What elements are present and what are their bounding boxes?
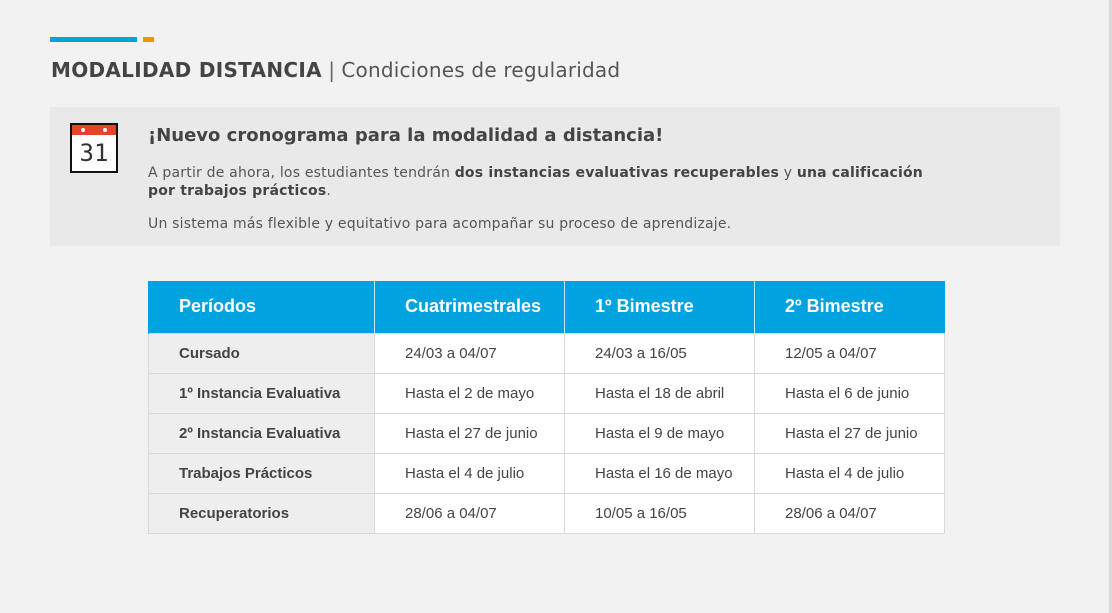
calendar-icon: 31 bbox=[70, 123, 118, 173]
page-subtitle: Condiciones de regularidad bbox=[341, 58, 621, 82]
table-cell: Hasta el 6 de junio bbox=[754, 372, 945, 414]
calendar-number: 31 bbox=[79, 139, 109, 167]
table-cell: 24/03 a 04/07 bbox=[374, 332, 565, 374]
table-row: 1º Instancia Evaluativa Hasta el 2 de ma… bbox=[148, 372, 945, 414]
table-cell: Hasta el 27 de junio bbox=[754, 412, 945, 454]
table-cell: 28/06 a 04/07 bbox=[754, 492, 945, 534]
notice-paragraph-1: A partir de ahora, los estudiantes tendr… bbox=[148, 164, 948, 200]
table-cell: 24/03 a 16/05 bbox=[564, 332, 755, 374]
page-title-bold: MODALIDAD DISTANCIA bbox=[51, 58, 322, 82]
table-cell: Hasta el 18 de abril bbox=[564, 372, 755, 414]
table-cell: 12/05 a 04/07 bbox=[754, 332, 945, 374]
accent-bar-blue bbox=[50, 37, 137, 42]
schedule-table: Períodos Cuatrimestrales 1º Bimestre 2º … bbox=[148, 281, 945, 534]
page-title: MODALIDAD DISTANCIA | Condiciones de reg… bbox=[51, 58, 620, 82]
table-cell: Hasta el 4 de julio bbox=[374, 452, 565, 494]
column-header-periods: Períodos bbox=[148, 281, 375, 333]
row-label: Recuperatorios bbox=[148, 492, 375, 534]
table-cell: Hasta el 2 de mayo bbox=[374, 372, 565, 414]
column-header-bimestre-2: 2º Bimestre bbox=[754, 281, 945, 333]
notice-text: A partir de ahora, los estudiantes tendr… bbox=[148, 165, 455, 181]
column-header-bimestre-1: 1º Bimestre bbox=[564, 281, 755, 333]
row-label: Cursado bbox=[148, 332, 375, 374]
row-label: 2º Instancia Evaluativa bbox=[148, 412, 375, 454]
page-title-separator: | bbox=[328, 58, 335, 82]
calendar-ring bbox=[81, 128, 85, 132]
row-label: 1º Instancia Evaluativa bbox=[148, 372, 375, 414]
notice-box: 31 ¡Nuevo cronograma para la modalidad a… bbox=[50, 107, 1060, 246]
table-row: Recuperatorios 28/06 a 04/07 10/05 a 16/… bbox=[148, 492, 945, 534]
table-cell: 10/05 a 16/05 bbox=[564, 492, 755, 534]
table-header-row: Períodos Cuatrimestrales 1º Bimestre 2º … bbox=[148, 281, 945, 333]
table-row: Trabajos Prácticos Hasta el 4 de julio H… bbox=[148, 452, 945, 494]
table-cell: Hasta el 27 de junio bbox=[374, 412, 565, 454]
table-row: 2º Instancia Evaluativa Hasta el 27 de j… bbox=[148, 412, 945, 454]
row-label: Trabajos Prácticos bbox=[148, 452, 375, 494]
calendar-ring bbox=[103, 128, 107, 132]
table-cell: Hasta el 4 de julio bbox=[754, 452, 945, 494]
column-header-cuatrimestrales: Cuatrimestrales bbox=[374, 281, 565, 333]
calendar-header bbox=[72, 125, 116, 135]
notice-title: ¡Nuevo cronograma para la modalidad a di… bbox=[148, 125, 664, 146]
accent-bar-orange bbox=[143, 37, 154, 42]
table-cell: Hasta el 9 de mayo bbox=[564, 412, 755, 454]
notice-text: y bbox=[779, 165, 797, 181]
table-row: Cursado 24/03 a 04/07 24/03 a 16/05 12/0… bbox=[148, 332, 945, 374]
notice-text: . bbox=[326, 183, 332, 199]
table-cell: Hasta el 16 de mayo bbox=[564, 452, 755, 494]
notice-highlight-evaluations: dos instancias evaluativas recuperables bbox=[454, 165, 780, 181]
table-cell: 28/06 a 04/07 bbox=[374, 492, 565, 534]
notice-paragraph-2: Un sistema más flexible y equitativo par… bbox=[148, 216, 732, 232]
